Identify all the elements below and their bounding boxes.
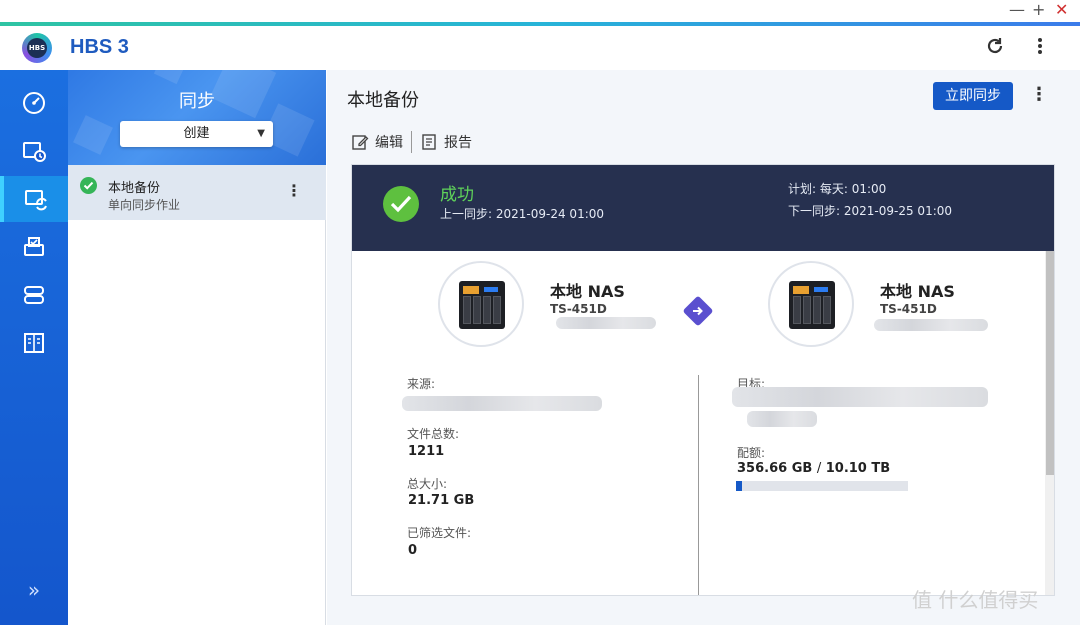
success-check-icon (383, 186, 419, 222)
status-banner: 成功 上一同步: 2021-09-24 01:00 计划: 每天: 01:00 … (352, 165, 1054, 251)
file-count-value: 1211 (408, 444, 445, 459)
job-type: 单向同步作业 (108, 198, 181, 212)
create-dropdown-button[interactable]: 创建 ▼ (120, 121, 273, 147)
close-button[interactable]: ✕ (1055, 1, 1068, 19)
job-more-icon[interactable]: ⋮ (286, 181, 302, 200)
sync-now-button[interactable]: 立即同步 (933, 82, 1013, 110)
main-content: 本地备份 立即同步 ⋮ 编辑 报告 成功 上一同步: 2021-09-24 01… (327, 70, 1080, 625)
rail-item-dashboard[interactable] (0, 80, 68, 126)
rail-item-sync[interactable] (0, 176, 68, 222)
rail-item-backup[interactable] (0, 128, 68, 174)
create-label: 创建 (183, 126, 210, 141)
report-icon (422, 134, 436, 150)
edit-button[interactable]: 编辑 (351, 132, 403, 152)
quota-value: 356.66 GB / 10.10 TB (737, 461, 891, 476)
report-button[interactable]: 报告 (420, 132, 472, 152)
source-label: 来源: (407, 377, 436, 391)
total-size-label: 总大小: (407, 477, 448, 491)
more-vertical-icon[interactable] (1032, 36, 1048, 61)
job-detail-card: 成功 上一同步: 2021-09-24 01:00 计划: 每天: 01:00 … (351, 164, 1055, 596)
next-sync: 下一同步: 2021-09-25 01:00 (788, 204, 953, 218)
redacted-path (402, 396, 602, 411)
quota-label: 配额: (737, 446, 766, 460)
maximize-button[interactable]: + (1032, 1, 1045, 19)
success-check-icon (80, 177, 97, 194)
nav-rail: » (0, 70, 68, 625)
logs-icon (24, 333, 44, 353)
storage-icon (24, 286, 44, 304)
refresh-icon[interactable] (985, 36, 1005, 61)
page-title: 本地备份 (347, 90, 419, 111)
scrollbar-thumb[interactable] (1046, 251, 1054, 475)
dashboard-icon (23, 92, 45, 114)
job-list-panel: 同步 创建 ▼ 本地备份 单向同步作业 ⋮ (68, 70, 326, 625)
report-label: 报告 (444, 135, 472, 151)
panel-title: 同步 (179, 91, 215, 112)
target-nas-icon (768, 261, 854, 347)
job-toolbar: 编辑 报告 (351, 130, 472, 154)
backup-icon (23, 142, 46, 162)
app-header: HBS HBS 3 (0, 26, 1080, 70)
caret-down-icon: ▼ (257, 128, 265, 139)
edit-label: 编辑 (375, 135, 403, 151)
total-size-value: 21.71 GB (408, 493, 475, 508)
redacted-text (874, 319, 988, 331)
main-more-icon[interactable]: ⋮ (1030, 84, 1048, 105)
rail-item-storage[interactable] (0, 272, 68, 318)
redacted-text (556, 317, 656, 329)
filtered-files-label: 已筛选文件: (407, 526, 472, 540)
edit-icon (352, 135, 369, 150)
file-count-label: 文件总数: (407, 427, 460, 441)
section-divider (698, 375, 699, 595)
rail-item-logs[interactable] (0, 320, 68, 366)
redacted-path (732, 387, 988, 407)
quota-progress-bar (736, 481, 908, 491)
window-titlebar: — + ✕ (0, 0, 1080, 26)
panel-header: 同步 创建 ▼ (68, 70, 326, 165)
sync-direction-arrow-icon (682, 295, 714, 327)
card-scrollbar[interactable] (1045, 251, 1054, 595)
target-nas-model: TS-451D (880, 302, 937, 316)
watermark: 值 什么值得买 (912, 588, 1039, 612)
redacted-path (747, 411, 817, 427)
rail-item-restore[interactable] (0, 224, 68, 270)
source-nas-model: TS-451D (550, 302, 607, 316)
source-nas-icon (438, 261, 524, 347)
rail-expand-button[interactable]: » (0, 578, 68, 608)
last-sync: 上一同步: 2021-09-24 01:00 (440, 207, 605, 221)
source-nas-title: 本地 NAS (550, 282, 625, 301)
toolbar-divider (411, 131, 412, 153)
schedule: 计划: 每天: 01:00 (788, 182, 887, 196)
target-nas-title: 本地 NAS (880, 282, 955, 301)
restore-icon (24, 237, 44, 256)
app-logo-icon: HBS (22, 33, 52, 63)
app-title: HBS 3 (70, 36, 129, 58)
minimize-button[interactable]: — (1009, 1, 1025, 19)
status-text: 成功 (440, 185, 474, 205)
quota-progress-fill (736, 481, 743, 491)
job-list-item[interactable]: 本地备份 单向同步作业 ⋮ (68, 165, 326, 220)
sync-icon (25, 190, 47, 211)
filtered-files-value: 0 (408, 543, 418, 558)
job-name: 本地备份 (108, 181, 161, 196)
